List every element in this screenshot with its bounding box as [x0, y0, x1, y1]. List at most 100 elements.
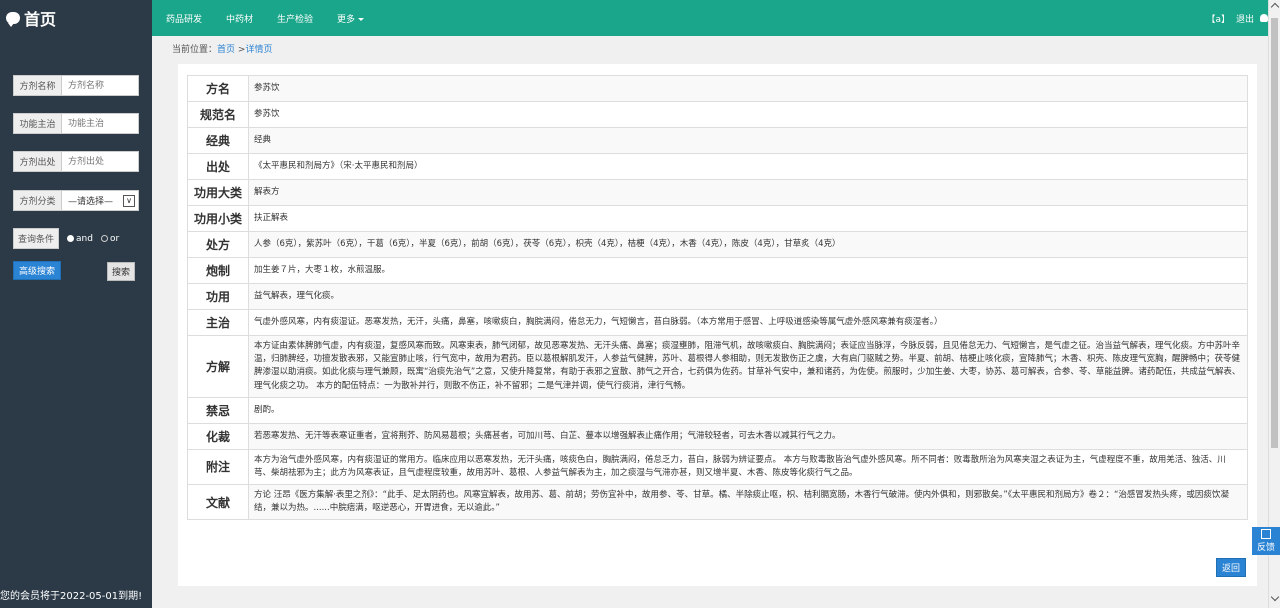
row-key: 规范名 [187, 101, 249, 128]
source-field: 方剂出处 [13, 151, 139, 172]
feedback-label: 反馈 [1256, 543, 1275, 553]
nav-more[interactable]: 更多 [337, 12, 365, 25]
row-key: 功用 [187, 283, 249, 310]
row-key: 功用大类 [187, 179, 249, 206]
row-value: 剧酌。 [248, 396, 1248, 424]
row-value: 参苏饮 [248, 101, 1248, 128]
table-row: 功用 益气解表，理气化痰。 [187, 283, 1248, 310]
category-select[interactable]: —请选择— ∨ [62, 191, 138, 210]
row-value: 益气解表，理气化痰。 [248, 283, 1248, 310]
row-value: 本方证由素体脾肺气虚，内有痰湿，复感风寒而致。风寒束表，肺气闭郁，故见恶寒发热、… [248, 335, 1248, 398]
row-value: 人参（6克），紫苏叶（6克），干葛（6克），半夏（6克），前胡（6克），茯苓（6… [248, 231, 1248, 258]
row-value: 气虚外感风寒，内有痰湿证。恶寒发热，无汗，头痛，鼻塞，咳嗽痰白，胸脘满闷，倦怠无… [248, 309, 1248, 336]
table-row: 禁忌 剧酌。 [187, 396, 1248, 424]
row-value: 扶正解表 [248, 205, 1248, 232]
category-label: 方剂分类 [14, 191, 62, 210]
breadcrumb-separator: > [235, 45, 246, 55]
nav-herbs[interactable]: 中药材 [226, 12, 253, 25]
nav-more-label: 更多 [337, 14, 356, 25]
row-key: 附注 [187, 448, 249, 486]
scroll-thumb[interactable] [1271, 18, 1278, 448]
table-row: 功用大类 解表方 [187, 179, 1248, 206]
advanced-search-button[interactable]: 高级搜索 [13, 261, 61, 280]
radio-or-label: or [109, 233, 120, 244]
table-row: 附注 本方为治气虚外感风寒，内有痰湿证的常用方。临床应用以恶寒发热，无汗头痛，咳痰… [187, 448, 1248, 486]
radio-and[interactable]: and [67, 234, 93, 244]
nav-drug-rd[interactable]: 药品研发 [166, 12, 202, 25]
table-row: 炮制 加生姜７片，大枣１枚，水煎温服。 [187, 257, 1248, 284]
query-label: 查询条件 [13, 228, 60, 249]
table-row: 化裁 若恶寒发热、无汗等表寒证重者，宜将荆芥、防风易葛根；头痛甚者，可加川芎、白芷… [187, 422, 1248, 450]
query-condition-row: 查询条件 and or [13, 228, 119, 249]
feedback-icon [1261, 529, 1271, 539]
radio-dot-icon [67, 235, 75, 242]
breadcrumb-current[interactable]: 详情页 [245, 45, 272, 55]
chat-icon [6, 12, 20, 27]
feedback-button[interactable]: 反馈 [1252, 527, 1280, 555]
formula-name-field: 方剂名称 [13, 75, 139, 96]
row-value: 参苏饮 [248, 75, 1248, 102]
table-row: 主治 气虚外感风寒，内有痰湿证。恶寒发热，无汗，头痛，鼻塞，咳嗽痰白，胸脘满闷，倦… [187, 309, 1248, 336]
chevron-down-icon: ∨ [123, 194, 135, 207]
table-row: 方解 本方证由素体脾肺气虚，内有痰湿，复感风寒而致。风寒束表，肺气闭郁，故见恶寒发… [187, 335, 1248, 398]
row-key: 化裁 [187, 422, 249, 450]
row-key: 方解 [187, 335, 249, 398]
formula-name-input[interactable] [62, 76, 138, 95]
nav-production-testing[interactable]: 生产检验 [277, 12, 313, 25]
scroll-up-icon[interactable] [1270, 2, 1280, 12]
category-field: 方剂分类 —请选择— ∨ [13, 190, 139, 211]
row-key: 处方 [187, 231, 249, 258]
detail-table: 方名 参苏饮 规范名 参苏饮 经典 经典 出处 《太平惠民和剂局方》（宋·太平惠民和剂局… [187, 75, 1248, 521]
logo-label: 首页 [24, 10, 57, 29]
function-input[interactable] [62, 114, 138, 133]
row-key: 出处 [187, 153, 249, 180]
source-label: 方剂出处 [14, 152, 62, 171]
row-value: 加生姜７片，大枣１枚，水煎温服。 [248, 257, 1248, 284]
row-value: 解表方 [248, 179, 1248, 206]
table-row: 功用小类 扶正解表 [187, 205, 1248, 232]
breadcrumb: 当前位置：首页 >详情页 [172, 42, 272, 55]
scroll-down-icon[interactable] [1270, 592, 1280, 602]
search-button[interactable]: 搜索 [107, 262, 135, 281]
row-key: 主治 [187, 309, 249, 336]
logout-link[interactable]: 退出 [1236, 12, 1254, 25]
row-key: 方名 [187, 75, 249, 102]
home-logo[interactable]: 首页 [0, 0, 152, 36]
user-name: 【a】 [1206, 14, 1230, 25]
main-nav: 药品研发 中药材 生产检验 更多 [166, 0, 365, 36]
row-key: 炮制 [187, 257, 249, 284]
top-navbar: 药品研发 中药材 生产检验 更多 【a】 退出 [152, 0, 1268, 36]
sidebar: 首页 方剂名称 功能主治 方剂出处 方剂分类 —请选择— ∨ 查询条件 and … [0, 0, 152, 608]
table-row: 规范名 参苏饮 [187, 101, 1248, 128]
radio-or[interactable]: or [100, 233, 120, 244]
table-row: 文献 方论 汪昂《医方集解·表里之剂》：“此手、足太阴药也。风寒宜解表，故用苏、葛… [187, 484, 1248, 521]
row-value: 《太平惠民和剂局方》（宋·太平惠民和剂局） [248, 153, 1248, 180]
table-row: 方名 参苏饮 [187, 75, 1248, 102]
user-icon[interactable] [1260, 14, 1268, 22]
function-label: 功能主治 [14, 114, 62, 133]
table-row: 出处 《太平惠民和剂局方》（宋·太平惠民和剂局） [187, 153, 1248, 180]
table-row: 处方 人参（6克），紫苏叶（6克），干葛（6克），半夏（6克），前胡（6克），茯苓… [187, 231, 1248, 258]
row-value: 若恶寒发热、无汗等表寒证重者，宜将荆芥、防风易葛根；头痛甚者，可加川芎、白芷、蔓… [248, 422, 1248, 450]
user-area: 【a】 退出 [1206, 0, 1268, 36]
member-expiry-notice: 您的会员将于2022-05-01到期! [0, 591, 143, 602]
page-scrollbar[interactable] [1268, 0, 1280, 608]
detail-panel: 方名 参苏饮 规范名 参苏饮 经典 经典 出处 《太平惠民和剂局方》（宋·太平惠民和剂局… [178, 64, 1257, 586]
function-field: 功能主治 [13, 113, 139, 134]
back-button[interactable]: 返回 [1216, 558, 1246, 577]
breadcrumb-home[interactable]: 首页 [217, 45, 235, 55]
radio-dot-icon [100, 235, 108, 242]
row-key: 文献 [187, 484, 249, 521]
row-value: 经典 [248, 127, 1248, 154]
caret-down-icon [358, 17, 365, 21]
row-key: 禁忌 [187, 396, 249, 424]
row-value: 本方为治气虚外感风寒，内有痰湿证的常用方。临床应用以恶寒发热，无汗头痛，咳痰色白… [248, 448, 1248, 486]
row-key: 经典 [187, 127, 249, 154]
breadcrumb-prefix: 当前位置： [172, 45, 218, 55]
row-value: 方论 汪昂《医方集解·表里之剂》：“此手、足太阴药也。风寒宜解表，故用苏、葛、前… [248, 484, 1248, 521]
formula-name-label: 方剂名称 [14, 76, 62, 95]
row-key: 功用小类 [187, 205, 249, 232]
radio-and-label: and [76, 233, 93, 244]
source-input[interactable] [62, 152, 138, 171]
category-selected: —请选择— [68, 197, 114, 207]
